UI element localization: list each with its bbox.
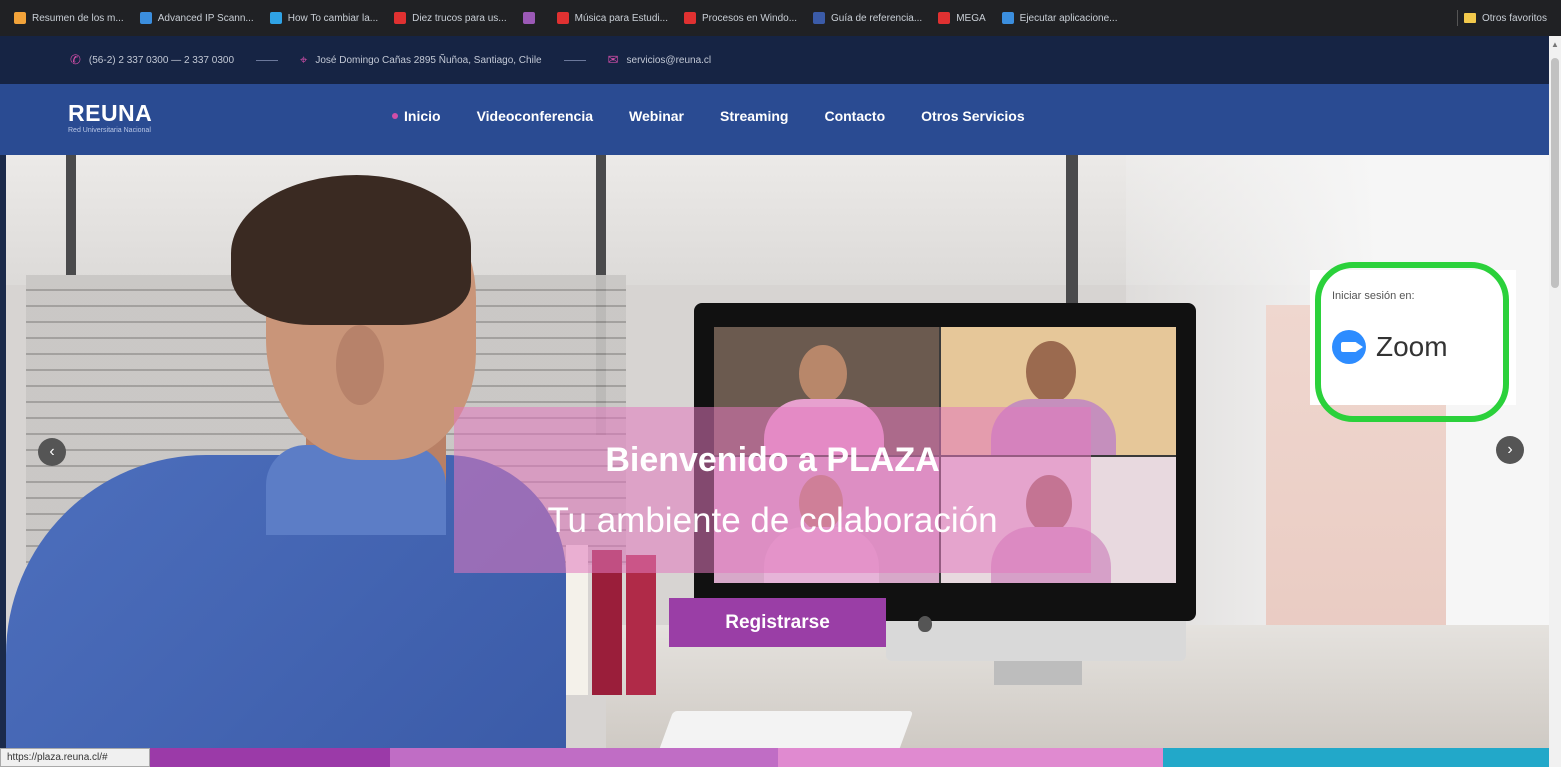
nav-item-otros-servicios[interactable]: Otros Servicios (921, 108, 1025, 124)
bookmarks-bar: Resumen de los m... Advanced IP Scann... H… (0, 0, 1561, 36)
apple-logo-icon (918, 616, 932, 632)
color-strip-purple (150, 748, 390, 767)
divider (1456, 10, 1458, 26)
divider (563, 59, 586, 61)
bookmark-favicon-icon (522, 12, 535, 24)
bookmark-item[interactable]: How To cambiar la... (269, 12, 379, 24)
contact-email[interactable]: ✉ servicios@reuna.cl (608, 52, 712, 68)
bookmark-item[interactable]: Procesos en Windo... (683, 12, 798, 24)
bookmark-favicon-icon (813, 12, 826, 24)
bookmark-label: Ejecutar aplicacione... (1019, 12, 1118, 24)
nav-item-streaming[interactable]: Streaming (720, 108, 788, 124)
bookmark-item[interactable] (522, 12, 541, 24)
color-strip-pink (778, 748, 1163, 767)
scroll-up-icon[interactable]: ▲ (1551, 40, 1559, 50)
chevron-right-icon: › (1507, 441, 1513, 458)
bookmark-label: Advanced IP Scann... (157, 12, 254, 24)
mail-icon: ✉ (607, 52, 619, 67)
bookmark-favicon-icon (269, 12, 282, 24)
color-strip-lilac (390, 748, 778, 767)
divider (256, 59, 279, 61)
active-dot-icon (392, 113, 398, 119)
contact-bar: ✆ (56-2) 2 337 0300 — 2 337 0300 ⌖ José … (0, 36, 1549, 84)
bookmark-label: Música para Estudi... (574, 12, 668, 24)
bookmark-label: Guía de referencia... (831, 12, 923, 24)
register-button[interactable]: Registrarse (669, 598, 886, 647)
nav-item-contacto[interactable]: Contacto (824, 108, 885, 124)
contact-address-text: José Domingo Cañas 2895 Ñuñoa, Santiago,… (315, 54, 542, 66)
bookmark-item[interactable]: MEGA (938, 12, 986, 24)
man-ear (336, 325, 384, 405)
nav-item-label: Webinar (629, 108, 684, 124)
person-head (799, 345, 847, 403)
bookmark-label: How To cambiar la... (287, 12, 379, 24)
nav-item-videoconferencia[interactable]: Videoconferencia (477, 108, 593, 124)
contact-address[interactable]: ⌖ José Domingo Cañas 2895 Ñuñoa, Santiag… (300, 52, 542, 68)
slider-next-button[interactable]: › (1496, 436, 1524, 464)
bookmark-item[interactable]: Guía de referencia... (813, 12, 922, 24)
site-logo[interactable]: REUNA Red Universitaria Nacional (68, 101, 178, 141)
person-head (1026, 341, 1076, 403)
bookmark-label: MEGA (956, 12, 986, 24)
bookmark-label: Diez trucos para us... (412, 12, 507, 24)
chevron-left-icon: ‹ (49, 443, 55, 460)
book (626, 555, 656, 695)
nav-item-inicio[interactable]: Inicio (392, 108, 441, 124)
keyboard (658, 711, 914, 748)
scroll-thumb[interactable] (1551, 58, 1559, 288)
hero-slider: Bienvenido a PLAZA Tu ambiente de colabo… (6, 155, 1549, 748)
contact-email-text: servicios@reuna.cl (626, 54, 712, 66)
contact-phone[interactable]: ✆ (56-2) 2 337 0300 — 2 337 0300 (70, 52, 234, 68)
bookmark-item[interactable]: Música para Estudi... (556, 12, 668, 24)
hero-caption-background (454, 407, 1091, 573)
bookmark-item[interactable]: Resumen de los m... (14, 12, 124, 24)
window-frame (66, 155, 76, 275)
location-icon: ⌖ (300, 52, 308, 67)
monitor-stand (994, 661, 1082, 685)
other-bookmarks-label: Otros favoritos (1481, 12, 1547, 24)
contact-phone-text: (56-2) 2 337 0300 — 2 337 0300 (88, 54, 235, 66)
bookmark-favicon-icon (14, 12, 26, 24)
bookmark-favicon-icon (556, 12, 569, 24)
slider-prev-button[interactable]: ‹ (38, 438, 66, 466)
nav-item-label: Inicio (404, 108, 441, 124)
bookmark-favicon-icon (139, 12, 152, 24)
nav-item-label: Streaming (720, 108, 789, 124)
highlight-ring (1315, 262, 1509, 422)
logo-subtitle: Red Universitaria Nacional (68, 127, 151, 134)
bookmark-item[interactable]: Diez trucos para us... (394, 12, 507, 24)
bookmark-item[interactable]: Advanced IP Scann... (139, 12, 254, 24)
nav-item-label: Videoconferencia (476, 108, 594, 124)
nav-item-label: Contacto (824, 108, 886, 124)
nav-menu: Inicio Videoconferencia Webinar Streaming Co… (392, 108, 1025, 124)
page-scrollbar[interactable]: ▲ (1549, 36, 1561, 767)
status-bar-url: https://plaza.reuna.cl/# (0, 748, 150, 767)
man-hair (231, 175, 471, 325)
nav-item-label: Otros Servicios (921, 108, 1025, 124)
hero-headline: Bienvenido a PLAZA (605, 441, 940, 479)
nav-item-webinar[interactable]: Webinar (629, 108, 684, 124)
bookmark-item[interactable]: Ejecutar aplicacione... (1001, 12, 1118, 24)
phone-icon: ✆ (70, 52, 81, 67)
bookmark-label: Procesos en Windo... (701, 12, 798, 24)
bookmark-favicon-icon (394, 12, 407, 24)
bookmark-favicon-icon (1001, 12, 1014, 24)
hero-subline: Tu ambiente de colaboración (547, 501, 998, 540)
bookmark-label: Resumen de los m... (32, 12, 124, 24)
color-strip-cyan (1163, 748, 1549, 767)
bookmark-favicon-icon (683, 12, 696, 24)
main-navbar: REUNA Red Universitaria Nacional Inicio V… (0, 84, 1549, 155)
window-frame (1066, 155, 1078, 305)
logo-text: REUNA (68, 100, 153, 126)
folder-icon (1463, 13, 1476, 23)
bookmark-favicon-icon (938, 12, 951, 24)
other-bookmarks-folder[interactable]: Otros favoritos (1449, 10, 1561, 26)
